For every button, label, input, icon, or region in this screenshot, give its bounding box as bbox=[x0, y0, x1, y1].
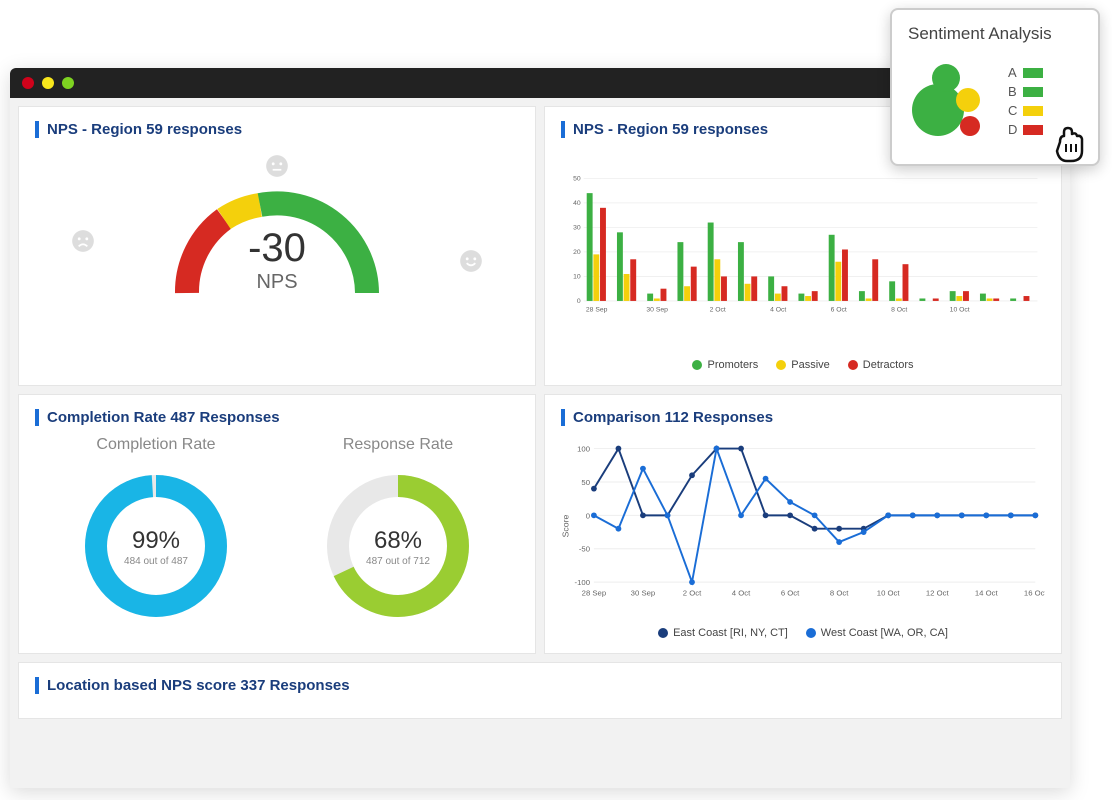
svg-text:40: 40 bbox=[573, 200, 581, 207]
sentiment-legend: A B C D bbox=[1008, 65, 1043, 137]
donut-percent: 68% bbox=[374, 527, 422, 554]
svg-text:10 Oct: 10 Oct bbox=[877, 589, 901, 598]
legend-promoters[interactable]: Promoters bbox=[692, 359, 758, 371]
legend-detractors[interactable]: Detractors bbox=[848, 359, 914, 371]
legend-west-coast[interactable]: West Coast [WA, OR, CA] bbox=[806, 627, 948, 639]
app-window: NPS - Region 59 responses -30 bbox=[10, 68, 1070, 788]
svg-text:16 Oct: 16 Oct bbox=[1024, 589, 1045, 598]
svg-text:4 Oct: 4 Oct bbox=[732, 589, 751, 598]
completion-donut: Completion Rate 99% 484 out of 487 bbox=[76, 436, 236, 631]
legend-east-coast[interactable]: East Coast [RI, NY, CT] bbox=[658, 627, 788, 639]
svg-text:28 Sep: 28 Sep bbox=[586, 307, 608, 314]
sentiment-analysis-popup[interactable]: Sentiment Analysis A B C D bbox=[890, 8, 1100, 166]
legend-label: Passive bbox=[791, 359, 830, 371]
svg-text:20: 20 bbox=[573, 249, 581, 256]
bar-legend: Promoters Passive Detractors bbox=[561, 359, 1045, 371]
donut-row: Completion Rate 99% 484 out of 487 Respo… bbox=[35, 436, 519, 631]
legend-passive[interactable]: Passive bbox=[776, 359, 830, 371]
legend-label: West Coast [WA, OR, CA] bbox=[821, 627, 948, 639]
card-comparison: Comparison 112 Responses Score -100 -50 0 5… bbox=[544, 394, 1062, 654]
card-completion: Completion Rate 487 Responses Completion… bbox=[18, 394, 536, 654]
svg-text:0: 0 bbox=[586, 511, 590, 520]
svg-text:-50: -50 bbox=[579, 545, 590, 554]
neutral-face-icon bbox=[264, 153, 290, 185]
response-donut: Response Rate 68% 487 out of 712 bbox=[318, 436, 478, 631]
gauge-value-box: -30 NPS bbox=[248, 226, 306, 294]
svg-text:28 Sep: 28 Sep bbox=[582, 589, 607, 598]
svg-text:6 Oct: 6 Oct bbox=[781, 589, 800, 598]
bubble-chart-icon bbox=[908, 56, 998, 146]
svg-text:30: 30 bbox=[573, 225, 581, 232]
svg-text:8 Oct: 8 Oct bbox=[830, 589, 849, 598]
legend-label: C bbox=[1008, 103, 1017, 118]
card-nps-gauge: NPS - Region 59 responses -30 bbox=[18, 106, 536, 386]
legend-c: C bbox=[1008, 103, 1043, 118]
card-title: Completion Rate 487 Responses bbox=[35, 409, 519, 426]
dashboard-content: NPS - Region 59 responses -30 bbox=[10, 98, 1070, 727]
gauge-chart: -30 NPS bbox=[35, 148, 519, 328]
frown-icon bbox=[70, 228, 96, 260]
donut-sub: 487 out of 712 bbox=[366, 556, 430, 567]
gauge-value: -30 bbox=[248, 226, 306, 271]
svg-text:10: 10 bbox=[573, 274, 581, 281]
legend-b: B bbox=[1008, 84, 1043, 99]
svg-text:14 Oct: 14 Oct bbox=[975, 589, 999, 598]
svg-text:10 Oct: 10 Oct bbox=[950, 307, 970, 314]
legend-label: East Coast [RI, NY, CT] bbox=[673, 627, 788, 639]
svg-text:100: 100 bbox=[577, 444, 590, 453]
window-maximize-icon[interactable] bbox=[62, 77, 74, 89]
donut-chart: 68% 487 out of 712 bbox=[318, 466, 478, 626]
svg-text:12 Oct: 12 Oct bbox=[926, 589, 950, 598]
line-legend: East Coast [RI, NY, CT] West Coast [WA, … bbox=[561, 627, 1045, 639]
legend-label: Detractors bbox=[863, 359, 914, 371]
legend-label: Promoters bbox=[707, 359, 758, 371]
svg-text:8 Oct: 8 Oct bbox=[891, 307, 907, 314]
card-title: NPS - Region 59 responses bbox=[35, 121, 519, 138]
legend-label: B bbox=[1008, 84, 1017, 99]
svg-text:4 Oct: 4 Oct bbox=[770, 307, 786, 314]
legend-d: D bbox=[1008, 122, 1043, 137]
svg-text:6 Oct: 6 Oct bbox=[831, 307, 847, 314]
donut-percent: 99% bbox=[132, 527, 180, 554]
window-close-icon[interactable] bbox=[22, 77, 34, 89]
svg-text:30 Sep: 30 Sep bbox=[646, 307, 668, 314]
svg-text:50: 50 bbox=[581, 478, 590, 487]
svg-text:0: 0 bbox=[577, 298, 581, 305]
line-chart: Score -100 -50 0 50 100 28 Sep 30 Sep 2 Oct 4 O… bbox=[561, 436, 1045, 616]
legend-label: D bbox=[1008, 122, 1017, 137]
svg-text:30 Sep: 30 Sep bbox=[631, 589, 656, 598]
bar-chart: 0 10 20 30 40 50 28 Sep 30 Sep 2 Oct 4 Oct 6 Oct 8… bbox=[561, 148, 1045, 348]
popup-title: Sentiment Analysis bbox=[908, 24, 1082, 44]
gauge-label: NPS bbox=[248, 271, 306, 294]
donut-heading: Completion Rate bbox=[76, 436, 236, 454]
legend-a: A bbox=[1008, 65, 1043, 80]
window-minimize-icon[interactable] bbox=[42, 77, 54, 89]
smile-icon bbox=[458, 248, 484, 280]
svg-text:50: 50 bbox=[573, 176, 581, 183]
svg-text:2 Oct: 2 Oct bbox=[710, 307, 726, 314]
card-title: Location based NPS score 337 Responses bbox=[35, 677, 1045, 694]
legend-label: A bbox=[1008, 65, 1017, 80]
y-axis-label: Score bbox=[561, 514, 571, 537]
card-title: Comparison 112 Responses bbox=[561, 409, 1045, 426]
svg-text:-100: -100 bbox=[575, 578, 590, 587]
donut-sub: 484 out of 487 bbox=[124, 556, 188, 567]
card-location: Location based NPS score 337 Responses bbox=[18, 662, 1062, 719]
donut-heading: Response Rate bbox=[318, 436, 478, 454]
donut-chart: 99% 484 out of 487 bbox=[76, 466, 236, 626]
grab-cursor-icon bbox=[1048, 120, 1094, 166]
svg-text:2 Oct: 2 Oct bbox=[683, 589, 702, 598]
